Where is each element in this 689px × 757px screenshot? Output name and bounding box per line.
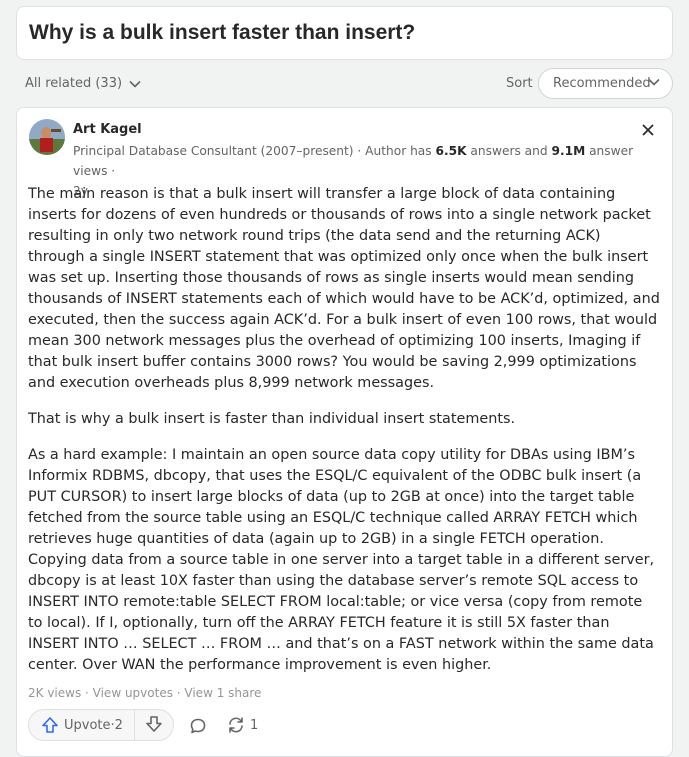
all-related-label: All related (33): [25, 76, 123, 91]
author-name[interactable]: Art Kagel: [73, 122, 142, 137]
upvote-arrow-icon: [42, 717, 58, 733]
upvote-label: Upvote: [64, 717, 111, 733]
share-icon: [229, 717, 243, 733]
views-count: 9.1M: [551, 144, 586, 158]
share-button[interactable]: 1: [226, 715, 258, 735]
upvote-button[interactable]: Upvote · 2: [29, 710, 135, 740]
avatar[interactable]: [29, 119, 65, 155]
share-count: 1: [250, 717, 259, 733]
answer-card: Art Kagel Principal Database Consultant …: [16, 107, 673, 757]
answer-stats: 2K views · View upvotes · View 1 share: [28, 686, 261, 700]
vote-group: Upvote · 2: [28, 709, 174, 741]
comment-icon: [190, 718, 206, 734]
question-title[interactable]: Why is a bulk insert faster than insert?: [29, 21, 415, 45]
avatar-image: [29, 119, 65, 155]
chevron-down-icon: [648, 78, 660, 86]
views-count-text: 2K views: [28, 686, 82, 700]
downvote-button[interactable]: [145, 715, 163, 737]
downvote-arrow-icon: [146, 716, 162, 732]
comment-button[interactable]: [189, 717, 207, 739]
credential-text: Principal Database Consultant (2007–pres…: [73, 144, 436, 158]
sort-value: Recommended: [553, 76, 651, 91]
sort-label: Sort: [506, 76, 533, 91]
answers-text: answers and: [466, 144, 552, 158]
close-button[interactable]: [639, 121, 657, 139]
all-related-dropdown[interactable]: All related (33): [25, 76, 141, 91]
chevron-down-icon: [129, 80, 141, 88]
question-card: Why is a bulk insert faster than insert?: [16, 6, 673, 60]
answer-paragraph: As a hard example: I maintain an open so…: [28, 447, 655, 673]
answer-body: The main reason is that a bulk insert wi…: [28, 184, 661, 691]
separator: ·: [81, 686, 93, 700]
sort-dropdown[interactable]: Recommended: [538, 68, 673, 99]
answer-paragraph: The main reason is that a bulk insert wi…: [28, 186, 660, 391]
view-upvotes-link[interactable]: View upvotes: [93, 686, 173, 700]
answer-paragraph: That is why a bulk insert is faster than…: [28, 411, 516, 427]
close-icon: [642, 124, 654, 136]
filter-row: All related (33) Sort Recommended: [0, 68, 689, 100]
view-shares-link[interactable]: View 1 share: [184, 686, 261, 700]
separator: ·: [172, 686, 185, 700]
answers-count: 6.5K: [435, 144, 467, 158]
upvote-count: 2: [114, 717, 123, 733]
